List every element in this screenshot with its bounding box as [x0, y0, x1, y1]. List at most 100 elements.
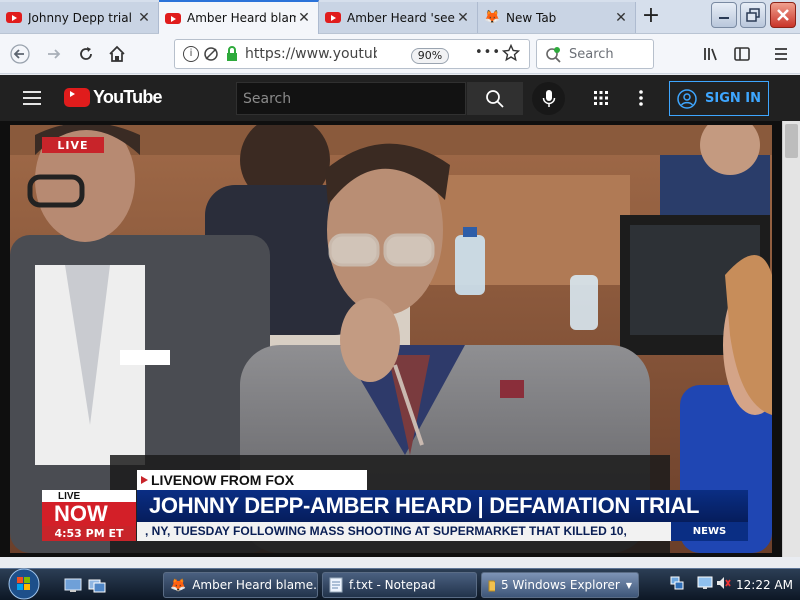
start-button[interactable] [6, 568, 42, 600]
youtube-search-placeholder: Search [243, 91, 292, 107]
taskbar-item-firefox[interactable]: 🦊 Amber Heard blame... [163, 572, 318, 598]
info-icon[interactable]: i [183, 46, 199, 62]
library-button[interactable] [697, 40, 725, 68]
taskbar-item-label: 5 Windows Explorer [501, 578, 620, 592]
close-icon[interactable]: ✕ [613, 10, 629, 26]
window-close-button[interactable] [770, 2, 796, 28]
tracking-protection-icon[interactable] [203, 46, 219, 66]
close-icon[interactable]: ✕ [296, 10, 312, 26]
browser-search-box[interactable]: Search [536, 39, 654, 69]
firefox-icon: 🦊 [170, 577, 187, 593]
taskbar-clock: 12:22 AM [736, 578, 793, 592]
news-tag: NEWS [671, 522, 748, 541]
close-icon[interactable]: ✕ [136, 10, 152, 26]
sidebar-button[interactable] [728, 40, 756, 68]
home-button[interactable] [103, 40, 131, 68]
search-icon [486, 89, 504, 108]
tab-title: Amber Heard 'seei [347, 10, 455, 25]
library-icon [704, 48, 717, 61]
monitor-tray-icon[interactable] [697, 575, 713, 591]
taskbar: 🦊 Amber Heard blame... f.txt - Notepad 5… [0, 568, 800, 600]
reload-icon [80, 47, 92, 60]
page-actions-menu[interactable]: ••• [475, 45, 501, 60]
courtroom-scene-image [10, 125, 772, 553]
minimize-button[interactable] [711, 2, 737, 28]
restore-button[interactable] [740, 2, 766, 28]
youtube-logo-text: YouTube [93, 87, 163, 107]
folder-icon [488, 580, 496, 592]
settings-menu-button[interactable] [637, 89, 645, 111]
hamburger-menu-icon [23, 91, 41, 105]
url-bar[interactable]: i https://www.youtube 90% ••• [174, 39, 530, 69]
apps-button[interactable] [593, 90, 609, 110]
home-icon [109, 45, 125, 62]
voice-search-button[interactable] [532, 82, 565, 115]
taskbar-item-notepad[interactable]: f.txt - Notepad [322, 572, 477, 598]
forward-button[interactable] [40, 40, 68, 68]
sign-in-button[interactable]: SIGN IN [669, 81, 769, 116]
microphone-icon [542, 89, 555, 107]
chyron-headline: JOHNNY DEPP-AMBER HEARD | DEFAMATION TRI… [137, 490, 748, 522]
chevron-down-icon[interactable]: ▼ [626, 581, 632, 590]
news-ticker: , NY, TUESDAY FOLLOWING MASS SHOOTING AT… [137, 522, 671, 541]
tab-title: Johnny Depp trial [28, 10, 132, 25]
new-tab-button[interactable]: + [638, 4, 664, 30]
notepad-icon [329, 577, 343, 593]
restore-icon [746, 8, 760, 22]
tab-title: Amber Heard blam [187, 11, 296, 25]
browser-nav-bar: i https://www.youtube 90% ••• Search [0, 34, 800, 74]
youtube-icon [6, 12, 22, 23]
back-arrow-icon [10, 44, 30, 64]
tab-title: New Tab [506, 10, 557, 25]
chyron-source-label: LIVENOW FROM FOX [137, 470, 367, 490]
browser-tab-strip: Johnny Depp trial ✕ Amber Heard blam ✕ A… [0, 0, 800, 34]
search-icon [545, 46, 563, 68]
close-icon [777, 9, 789, 21]
volume-muted-icon[interactable] [715, 575, 731, 591]
hamburger-menu-icon [775, 48, 787, 60]
minimize-icon [719, 17, 729, 19]
zoom-level-badge[interactable]: 90% [411, 48, 449, 64]
taskbar-item-windows-explorer[interactable]: 5 Windows Explorer ▼ [481, 572, 639, 598]
scrollbar-thumb[interactable] [785, 124, 798, 158]
more-vertical-icon [639, 90, 643, 106]
broadcast-time: 4:53 PM ET [42, 526, 136, 541]
livenow-logo: LIVE NOW [42, 490, 136, 526]
livenow-logo-now: NOW [54, 501, 108, 526]
youtube-icon [165, 12, 181, 24]
sign-in-label: SIGN IN [705, 91, 761, 106]
tab-amber-heard-blame[interactable]: Amber Heard blam ✕ [159, 0, 319, 34]
firefox-icon: 🦊 [484, 9, 501, 25]
youtube-icon [325, 12, 341, 23]
youtube-search-input[interactable]: Search [236, 82, 466, 115]
youtube-play-icon [64, 88, 90, 107]
close-icon[interactable]: ✕ [455, 10, 471, 26]
tab-johnny-depp-trial[interactable]: Johnny Depp trial ✕ [0, 2, 159, 33]
switch-windows-icon[interactable] [88, 577, 106, 597]
tab-new-tab[interactable]: 🦊 New Tab ✕ [478, 2, 636, 33]
tab-amber-heard-seeing[interactable]: Amber Heard 'seei ✕ [319, 2, 478, 33]
account-icon [677, 88, 697, 109]
youtube-logo[interactable]: YouTube [64, 87, 163, 108]
video-player[interactable] [10, 125, 772, 553]
live-badge: LIVE [42, 137, 104, 153]
back-button[interactable] [6, 40, 34, 68]
page-scrollbar[interactable] [782, 121, 800, 557]
forward-arrow-icon [48, 49, 61, 59]
browser-search-placeholder: Search [569, 47, 614, 62]
taskbar-item-label: Amber Heard blame... [192, 578, 318, 592]
youtube-search-button[interactable] [467, 82, 523, 115]
reload-button[interactable] [72, 40, 100, 68]
bookmark-star-icon[interactable] [501, 43, 521, 66]
windows-logo-icon [8, 568, 40, 600]
youtube-header: YouTube Search SIGN IN [0, 75, 800, 121]
network-tray-icon[interactable] [669, 575, 685, 591]
sidebar-icon [734, 47, 750, 61]
menu-button[interactable] [767, 40, 795, 68]
url-text: https://www.youtube [245, 46, 377, 62]
guide-menu-button[interactable] [22, 89, 42, 111]
show-desktop-icon[interactable] [64, 577, 82, 597]
lock-icon [225, 46, 239, 66]
taskbar-item-label: f.txt - Notepad [349, 578, 436, 592]
apps-grid-icon [594, 91, 608, 105]
